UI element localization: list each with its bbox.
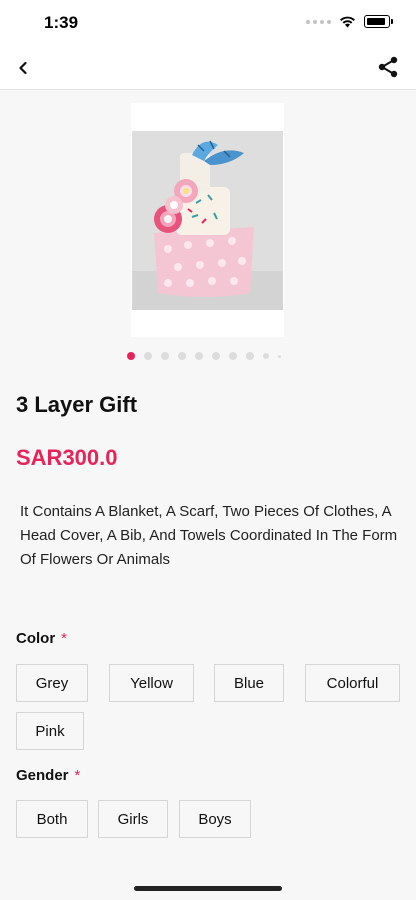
wifi-icon bbox=[340, 16, 355, 28]
gender-option-both[interactable]: Both bbox=[16, 800, 88, 838]
nav-bar bbox=[0, 46, 416, 90]
color-section-label: Color * bbox=[16, 630, 67, 647]
pager-dot-active[interactable] bbox=[127, 352, 135, 360]
back-button[interactable] bbox=[12, 56, 36, 80]
required-mark: * bbox=[74, 767, 81, 784]
color-option-colorful[interactable]: Colorful bbox=[305, 664, 400, 702]
product-description: It Contains A Blanket, A Scarf, Two Piec… bbox=[20, 503, 398, 568]
status-icons bbox=[306, 15, 393, 28]
pager-dot[interactable] bbox=[178, 352, 186, 360]
product-image-gallery[interactable] bbox=[131, 103, 284, 337]
pager-dot[interactable] bbox=[212, 352, 220, 360]
signal-icon bbox=[306, 19, 331, 24]
product-image bbox=[132, 131, 283, 310]
chevron-left-icon bbox=[19, 61, 27, 75]
color-option-blue[interactable]: Blue bbox=[214, 664, 284, 702]
color-option-yellow[interactable]: Yellow bbox=[109, 664, 194, 702]
pager-dot[interactable] bbox=[263, 353, 269, 359]
color-option-pink[interactable]: Pink bbox=[16, 712, 84, 750]
pager-dot[interactable] bbox=[278, 354, 281, 358]
color-label: Color bbox=[16, 630, 56, 647]
color-option-grey[interactable]: Grey bbox=[16, 664, 88, 702]
gender-section-label: Gender * bbox=[16, 767, 80, 784]
share-icon bbox=[378, 56, 398, 78]
status-bar: 1:39 bbox=[0, 0, 416, 46]
pager-dot[interactable] bbox=[229, 352, 237, 360]
status-time: 1:39 bbox=[44, 13, 79, 32]
pager-dot[interactable] bbox=[246, 352, 254, 360]
home-indicator bbox=[134, 886, 282, 891]
product-title: 3 Layer Gift bbox=[16, 392, 138, 417]
gender-option-girls[interactable]: Girls bbox=[98, 800, 168, 838]
required-mark: * bbox=[61, 630, 68, 647]
pager-dot[interactable] bbox=[161, 352, 169, 360]
gender-label: Gender bbox=[16, 767, 69, 784]
pager-dot[interactable] bbox=[195, 352, 203, 360]
product-price: SAR300.0 bbox=[16, 445, 118, 470]
gender-option-boys[interactable]: Boys bbox=[179, 800, 251, 838]
battery-icon bbox=[364, 15, 393, 28]
pager-dot[interactable] bbox=[144, 352, 152, 360]
share-button[interactable] bbox=[376, 55, 400, 79]
image-pager bbox=[127, 352, 281, 360]
